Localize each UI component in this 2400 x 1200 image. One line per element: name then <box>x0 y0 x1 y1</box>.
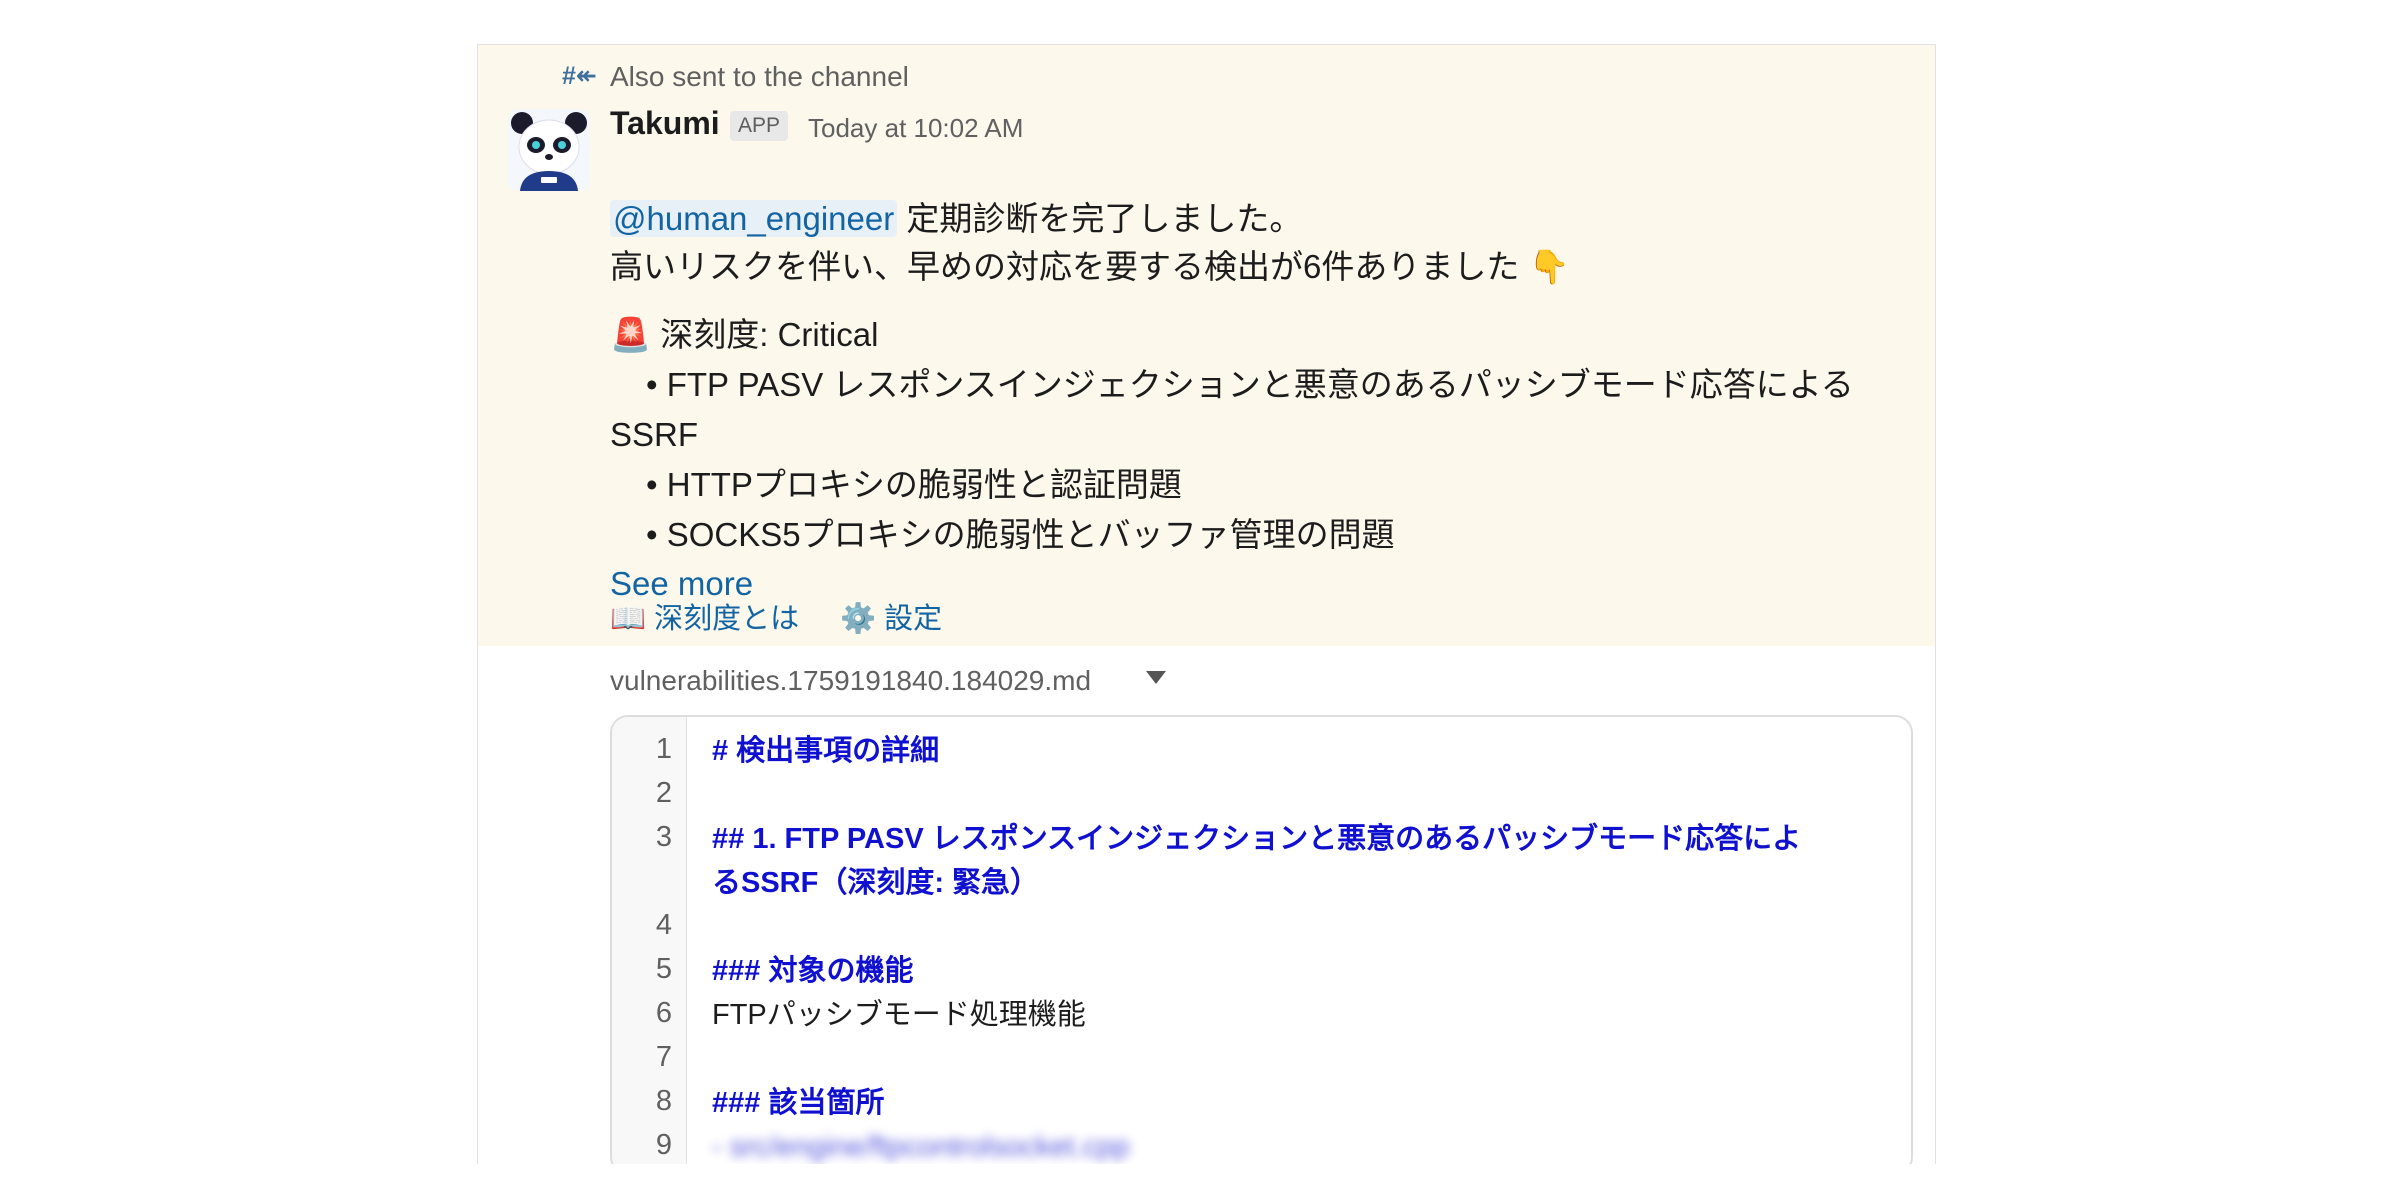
app-badge: APP <box>730 111 789 141</box>
severity-heading: 🚨 深刻度: Critical <box>610 315 878 355</box>
list-item-wrap: SSRF <box>610 416 699 453</box>
gear-icon: ⚙️ <box>840 603 877 635</box>
bullet-icon: • <box>646 366 667 403</box>
code-line: ## 1. FTP PASV レスポンスインジェクションと悪意のあるパッシブモー… <box>712 823 1802 855</box>
severity-label: 深刻度: Critical <box>660 316 879 353</box>
avatar[interactable] <box>508 109 590 191</box>
code-preview[interactable]: 1 2 3 4 5 6 7 8 9 # 検出事項の詳細 ## 1. FTP PASV レスポンスイ… <box>610 715 1913 1164</box>
line-number: 2 <box>655 777 672 809</box>
line-number: 7 <box>655 1041 672 1073</box>
message-line-1: @human_engineer 定期診断を完了しました。 <box>610 199 1302 239</box>
message-line-2: 高いリスクを伴い、早めの対応を要する検出が6件ありました 👇 <box>610 247 1570 287</box>
line-number: 5 <box>655 953 672 985</box>
also-sent-label[interactable]: Also sent to the channel <box>610 61 909 93</box>
list-item: • SOCKS5プロキシの脆弱性とバッファ管理の問題 <box>646 516 1395 553</box>
list-item: • FTP PASV レスポンスインジェクションと悪意のあるパッシブモード応答に… <box>646 366 1854 403</box>
line-number: 9 <box>655 1129 672 1161</box>
user-mention[interactable]: @human_engineer <box>610 200 898 237</box>
code-line: - src/engine/ftpcontrolsocket.cpp <box>712 1131 1130 1163</box>
pointing-down-icon: 👇 <box>1528 248 1570 285</box>
severity-info-button[interactable]: 📖 深刻度とは <box>610 595 799 637</box>
reply-to-channel-icon: #↞ <box>562 62 597 90</box>
line-number: 3 <box>655 821 672 853</box>
chevron-down-icon[interactable] <box>1146 671 1166 690</box>
line-number: 1 <box>655 733 672 765</box>
message-text: 定期診断を完了しました。 <box>897 200 1303 237</box>
line-number: 4 <box>655 909 672 941</box>
list-item: • HTTPプロキシの脆弱性と認証問題 <box>646 466 1182 503</box>
sender-name[interactable]: Takumi <box>610 105 720 142</box>
timestamp[interactable]: Today at 10:02 AM <box>808 113 1023 144</box>
file-name[interactable]: vulnerabilities.1759191840.184029.md <box>610 665 1091 697</box>
message-container: #↞ Also sent to the channel Takumi APP T… <box>477 44 1936 1164</box>
code-line: ### 対象の機能 <box>712 955 914 987</box>
code-line: ### 該当箇所 <box>712 1087 885 1119</box>
line-number: 6 <box>655 997 672 1029</box>
line-number-gutter: 1 2 3 4 5 6 7 8 9 <box>612 717 687 1164</box>
code-line: るSSRF（深刻度: 緊急） <box>712 867 1040 899</box>
message-text: 高いリスクを伴い、早めの対応を要する検出が6件ありました <box>610 248 1520 285</box>
bullet-icon: • <box>646 516 667 553</box>
bullet-icon: • <box>646 466 667 503</box>
line-number: 8 <box>655 1085 672 1117</box>
siren-icon: 🚨 <box>610 316 652 353</box>
book-icon: 📖 <box>610 603 647 635</box>
code-line: # 検出事項の詳細 <box>712 735 940 767</box>
settings-button[interactable]: ⚙️ 設定 <box>840 595 942 637</box>
code-line: FTPパッシブモード処理機能 <box>712 999 1086 1031</box>
